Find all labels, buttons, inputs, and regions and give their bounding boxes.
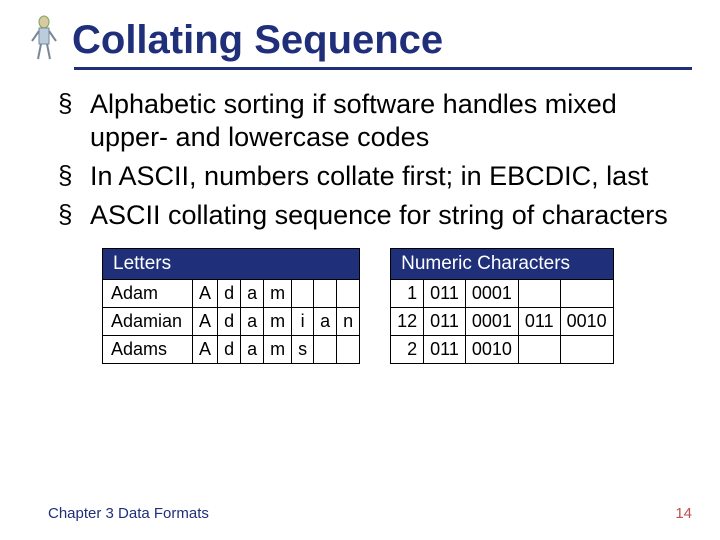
cell: 011	[424, 279, 466, 307]
cell	[314, 335, 337, 363]
table-row: 1 011 0001	[391, 279, 614, 307]
table-row: Adam A d a m	[103, 279, 360, 307]
cell: n	[337, 307, 360, 335]
cell	[560, 279, 613, 307]
numeric-table: Numeric Characters 1 011 0001 12 011 000…	[390, 248, 614, 364]
cell: A	[193, 307, 218, 335]
cell: d	[218, 307, 241, 335]
row-num: 2	[391, 335, 424, 363]
row-name: Adams	[103, 335, 193, 363]
table-row: Adams A d a m s	[103, 335, 360, 363]
cell: m	[264, 335, 292, 363]
cell: s	[292, 335, 314, 363]
title-underline	[74, 67, 692, 70]
cell: a	[241, 335, 264, 363]
cell: A	[193, 335, 218, 363]
slide: Collating Sequence Alphabetic sorting if…	[0, 0, 720, 540]
row-name: Adam	[103, 279, 193, 307]
cell: i	[292, 307, 314, 335]
row-num: 12	[391, 307, 424, 335]
slide-title: Collating Sequence	[72, 12, 443, 63]
cell	[292, 279, 314, 307]
slide-logo-icon	[28, 15, 60, 61]
cell: a	[241, 307, 264, 335]
cell: 011	[424, 307, 466, 335]
cell: d	[218, 279, 241, 307]
page-number: 14	[675, 505, 692, 522]
bullet-item: In ASCII, numbers collate first; in EBCD…	[90, 160, 682, 193]
chapter-label: Chapter 3 Data Formats	[48, 505, 209, 522]
cell	[560, 335, 613, 363]
cell: d	[218, 335, 241, 363]
cell: a	[314, 307, 337, 335]
footer: Chapter 3 Data Formats 14	[48, 505, 692, 522]
tables-row: Letters Adam A d a m Adamian A d a m i a…	[102, 248, 692, 364]
row-num: 1	[391, 279, 424, 307]
numeric-header: Numeric Characters	[391, 248, 614, 279]
cell: a	[241, 279, 264, 307]
cell: 011	[424, 335, 466, 363]
cell	[314, 279, 337, 307]
bullet-list: Alphabetic sorting if software handles m…	[90, 88, 682, 232]
bullet-item: ASCII collating sequence for string of c…	[90, 199, 682, 232]
table-row: 2 011 0010	[391, 335, 614, 363]
cell: 0010	[560, 307, 613, 335]
cell	[337, 279, 360, 307]
letters-header: Letters	[103, 248, 360, 279]
cell: 0010	[465, 335, 518, 363]
table-row: Adamian A d a m i a n	[103, 307, 360, 335]
letters-table: Letters Adam A d a m Adamian A d a m i a…	[102, 248, 360, 364]
cell: m	[264, 307, 292, 335]
cell: 0001	[465, 279, 518, 307]
bullet-item: Alphabetic sorting if software handles m…	[90, 88, 682, 154]
cell: m	[264, 279, 292, 307]
title-row: Collating Sequence	[28, 12, 692, 63]
cell: 011	[518, 307, 560, 335]
cell	[337, 335, 360, 363]
cell: 0001	[465, 307, 518, 335]
row-name: Adamian	[103, 307, 193, 335]
cell: A	[193, 279, 218, 307]
table-row: 12 011 0001 011 0010	[391, 307, 614, 335]
cell	[518, 335, 560, 363]
cell	[518, 279, 560, 307]
